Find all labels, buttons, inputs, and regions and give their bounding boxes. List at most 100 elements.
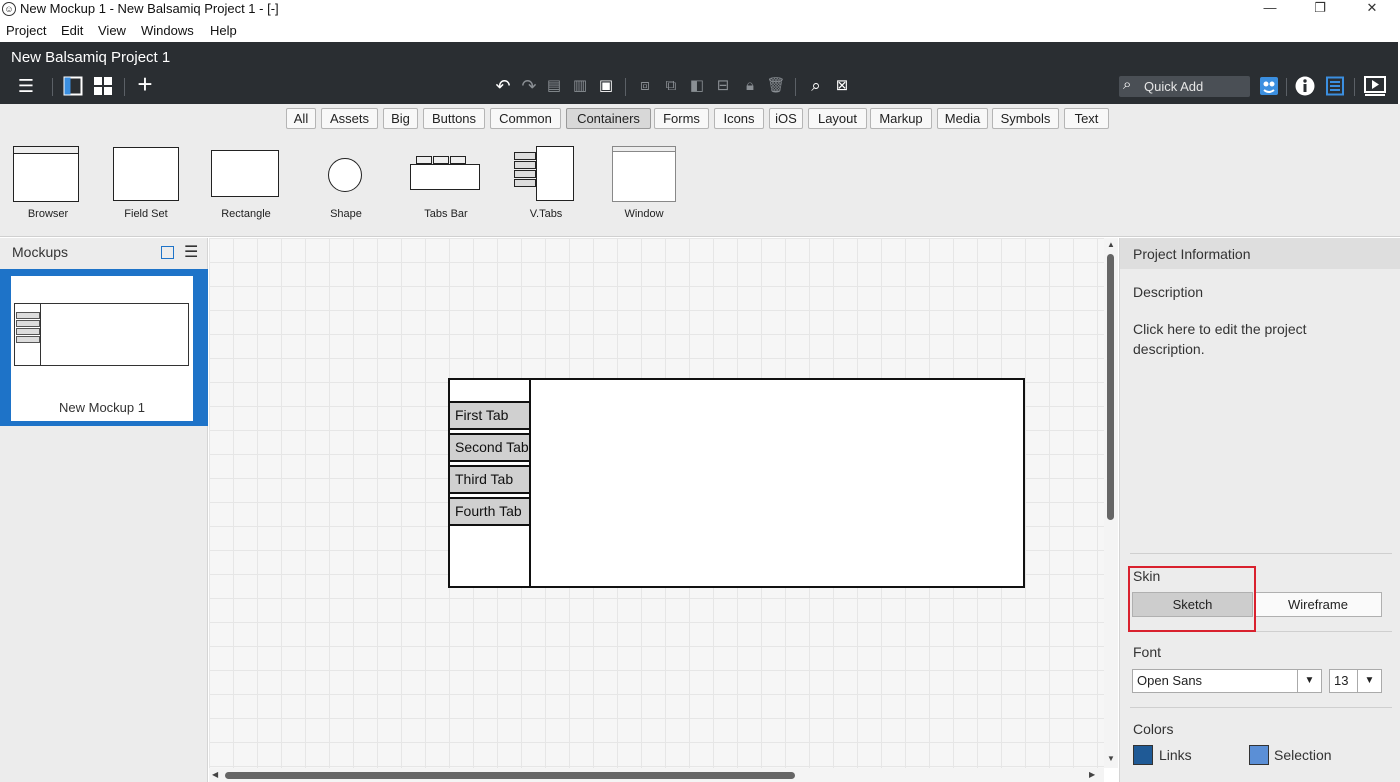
menu-windows[interactable]: Windows — [141, 23, 194, 38]
quick-add-placeholder: Quick Add — [1144, 79, 1204, 94]
paste-icon[interactable]: ▣ — [596, 76, 616, 96]
close-button[interactable]: ✕ — [1352, 0, 1392, 18]
mockups-panel-title: Mockups — [12, 244, 69, 260]
tab-thumbnail — [450, 156, 466, 164]
filter-ios[interactable]: iOS — [769, 108, 803, 129]
vtab-third[interactable]: Third Tab — [450, 465, 530, 494]
hamburger-menu-icon[interactable]: ☰ — [11, 76, 41, 96]
scroll-down-arrow-icon[interactable]: ▼ — [1107, 754, 1115, 763]
vtabs-tab-column[interactable]: First Tab Second Tab Third Tab Fourth Ta… — [448, 378, 531, 588]
scroll-up-arrow-icon[interactable]: ▲ — [1107, 240, 1115, 249]
vtab-fourth[interactable]: Fourth Tab — [450, 497, 530, 526]
cut-icon[interactable]: ▤ — [544, 76, 564, 96]
restore-button[interactable]: ❐ — [1300, 0, 1340, 18]
filter-text[interactable]: Text — [1064, 108, 1109, 129]
selection-color-swatch[interactable] — [1249, 745, 1269, 765]
group-icon[interactable]: ⧈ — [634, 76, 656, 96]
search-icon[interactable]: ⌕ — [805, 76, 827, 96]
menu-project[interactable]: Project — [6, 23, 46, 38]
mockup-name: New Mockup 1 — [59, 400, 145, 415]
font-select[interactable]: Open Sans ▼ — [1132, 669, 1322, 693]
filter-icons[interactable]: Icons — [714, 108, 764, 129]
filter-common[interactable]: Common — [490, 108, 561, 129]
font-size-select[interactable]: 13 ▼ — [1329, 669, 1382, 693]
library-item-browser[interactable]: Browser — [0, 134, 96, 234]
project-info-panel: Project Information Description Click he… — [1119, 238, 1400, 782]
divider — [1130, 707, 1392, 708]
undo-icon[interactable]: ↶ — [492, 76, 514, 96]
description-label: Description — [1133, 284, 1204, 300]
ungroup-icon[interactable]: ⧉ — [660, 76, 682, 96]
library-item-window[interactable]: Window — [596, 134, 692, 234]
filter-forms[interactable]: Forms — [654, 108, 709, 129]
window-thumbnail — [612, 146, 676, 202]
v-tab-thumbnail — [514, 161, 536, 169]
list-view-icon[interactable]: ☰ — [184, 242, 198, 262]
links-color-swatch[interactable] — [1133, 745, 1153, 765]
clear-icon[interactable]: ⊠ — [832, 76, 852, 96]
canvas-horizontal-scrollbar[interactable]: ◀ ▶ — [209, 768, 1104, 782]
redo-icon[interactable]: ↷ — [518, 76, 540, 96]
scroll-right-arrow-icon[interactable]: ▶ — [1089, 770, 1095, 779]
vtabs-content-pane[interactable] — [529, 378, 1025, 588]
library-item-shape[interactable]: Shape — [298, 134, 394, 234]
mockup-thumbnail[interactable]: New Mockup 1 — [11, 276, 193, 421]
filter-all[interactable]: All — [286, 108, 316, 129]
lock-icon[interactable]: 🔒︎ — [740, 76, 760, 96]
description-text[interactable]: Click here to edit the project descripti… — [1133, 319, 1373, 359]
trash-icon[interactable]: 🗑︎ — [766, 76, 786, 96]
v-tab-thumbnail — [514, 179, 536, 187]
canvas-vertical-scrollbar[interactable]: ▲ ▼ — [1104, 238, 1118, 768]
menu-view[interactable]: View — [98, 23, 126, 38]
scrollbar-thumb[interactable] — [1107, 254, 1114, 520]
library-item-label: Browser — [27, 208, 69, 220]
arrange-icon[interactable]: ◧ — [686, 76, 708, 96]
scrollbar-thumb[interactable] — [225, 772, 795, 779]
toolbar-separator — [52, 78, 53, 96]
skin-wireframe-button[interactable]: Wireframe — [1254, 592, 1382, 617]
copy-icon[interactable]: ▥ — [570, 76, 590, 96]
library-item-field-set[interactable]: Field Set — [98, 134, 194, 234]
filter-markup[interactable]: Markup — [870, 108, 932, 129]
library-item-v-tabs[interactable]: V.Tabs — [498, 134, 594, 234]
chevron-down-icon[interactable]: ▼ — [1357, 670, 1381, 692]
chevron-down-icon[interactable]: ▼ — [1297, 670, 1321, 692]
mockup-list-item-selected[interactable]: New Mockup 1 — [0, 269, 208, 426]
filter-layout[interactable]: Layout — [808, 108, 867, 129]
user-icon[interactable] — [1258, 76, 1280, 100]
menu-edit[interactable]: Edit — [61, 23, 83, 38]
notes-icon[interactable] — [1324, 76, 1346, 100]
present-icon[interactable] — [1364, 76, 1386, 100]
panel-toggle-icon[interactable] — [62, 76, 84, 100]
grid-view-icon[interactable] — [92, 76, 114, 100]
library-item-label: V.Tabs — [529, 208, 563, 220]
links-label: Links — [1159, 747, 1192, 763]
minimize-button[interactable]: — — [1250, 0, 1290, 18]
balsamiq-app-icon: ☺ — [2, 2, 16, 16]
project-info-title: Project Information — [1133, 246, 1251, 262]
library-item-label: Shape — [330, 208, 362, 220]
align-icon[interactable]: ⊟ — [712, 76, 734, 96]
info-icon[interactable] — [1294, 76, 1316, 100]
vtab-first[interactable]: First Tab — [450, 401, 530, 430]
filter-big[interactable]: Big — [383, 108, 418, 129]
filter-assets[interactable]: Assets — [321, 108, 378, 129]
filter-buttons[interactable]: Buttons — [423, 108, 485, 129]
browser-thumbnail — [13, 146, 79, 202]
font-value: Open Sans — [1137, 673, 1203, 688]
scroll-left-arrow-icon[interactable]: ◀ — [212, 770, 218, 779]
project-info-header: Project Information — [1120, 238, 1400, 269]
thumbnail-view-icon[interactable] — [161, 246, 174, 259]
add-mockup-icon[interactable]: + — [133, 71, 157, 97]
filter-symbols[interactable]: Symbols — [992, 108, 1059, 129]
font-label: Font — [1133, 644, 1162, 660]
vtab-second[interactable]: Second Tab — [450, 433, 530, 462]
toolbar-separator — [1354, 78, 1355, 96]
filter-containers[interactable]: Containers — [566, 108, 651, 129]
quick-add-input[interactable]: ⌕ Quick Add — [1119, 76, 1250, 97]
filter-media[interactable]: Media — [937, 108, 988, 129]
library-item-rectangle[interactable]: Rectangle — [198, 134, 294, 234]
menu-help[interactable]: Help — [210, 23, 237, 38]
library-item-tabs-bar[interactable]: Tabs Bar — [398, 134, 494, 234]
v-tab-thumbnail — [514, 152, 536, 160]
